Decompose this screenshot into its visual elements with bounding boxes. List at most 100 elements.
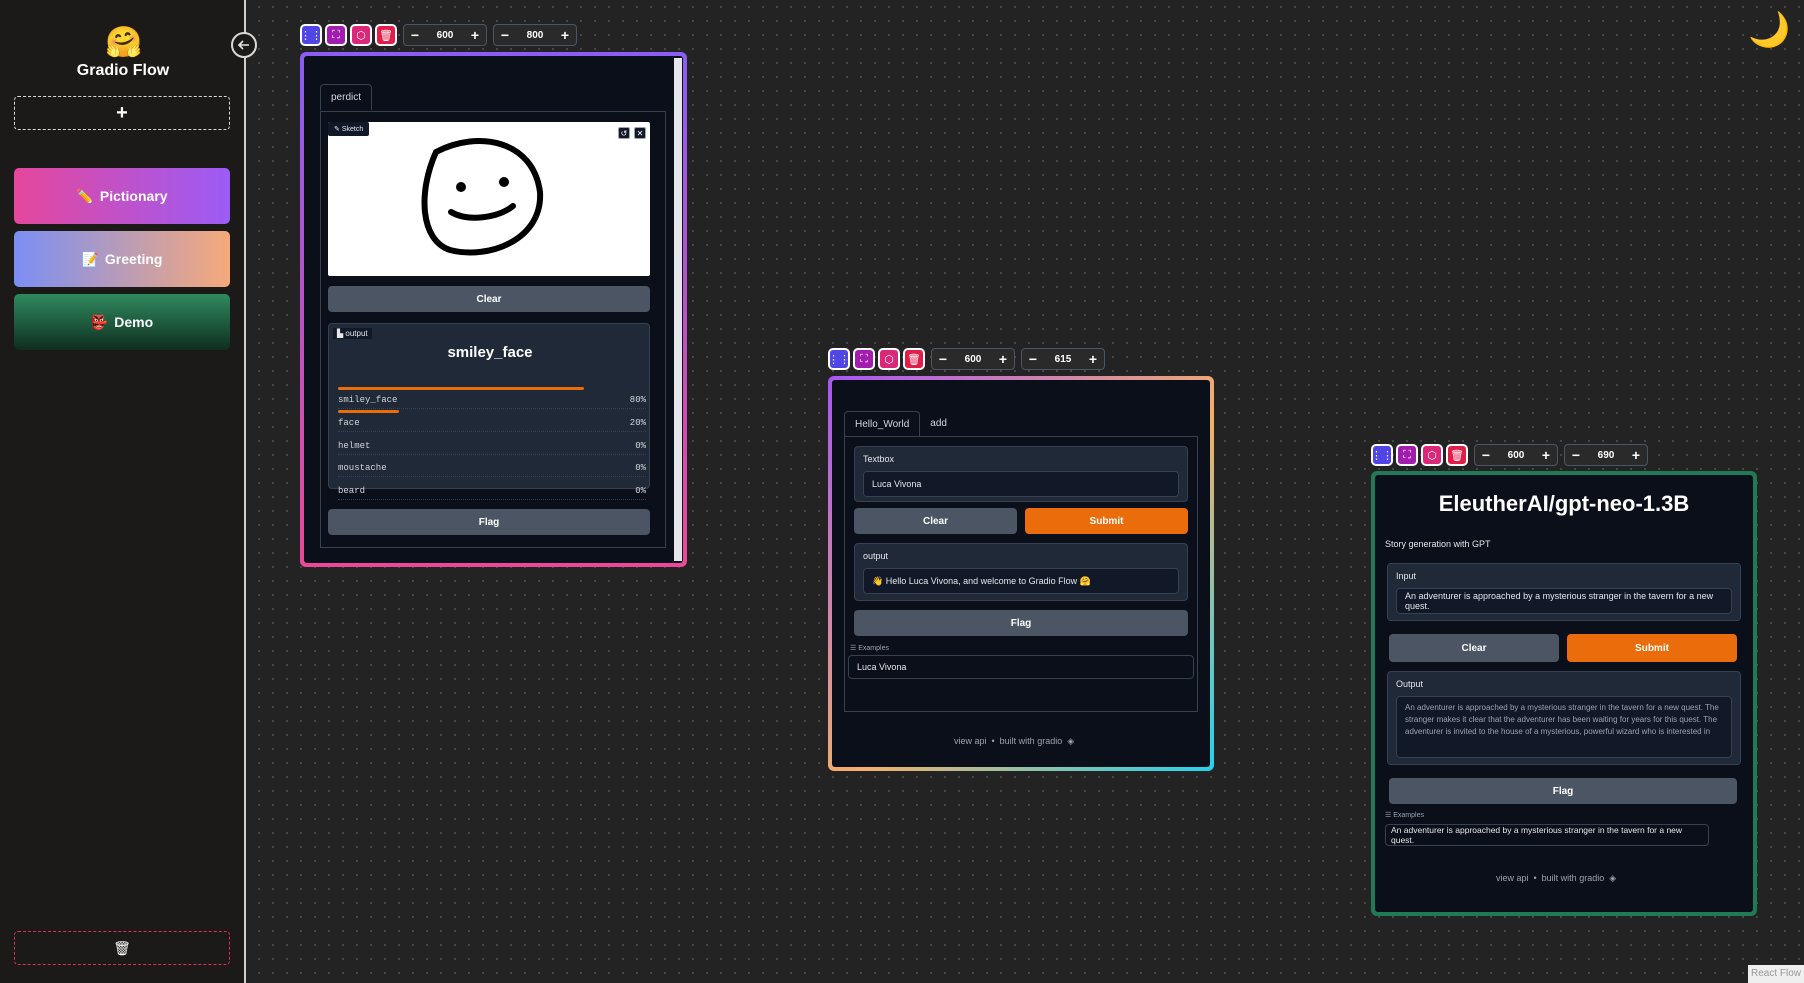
increase-width-button[interactable]: + <box>464 27 486 43</box>
pencil-icon: ✏️ <box>76 187 94 204</box>
focus-icon[interactable]: ⛶ <box>1396 444 1418 466</box>
submit-button[interactable]: Submit <box>1025 508 1188 534</box>
node-toolbar: ⋮⋮ ⛶ ⬡ 🗑 − 600 + − 800 + <box>300 24 577 46</box>
trash-icon[interactable]: 🗑 <box>375 24 397 46</box>
input-label: Input <box>1396 571 1417 581</box>
footer-separator: • <box>1533 873 1537 883</box>
confidence-bar-face <box>338 410 399 413</box>
trash-icon[interactable]: 🗑 <box>1446 444 1468 466</box>
decrease-height-button[interactable]: − <box>1565 447 1587 463</box>
flag-button[interactable]: Flag <box>328 509 650 535</box>
tab-add[interactable]: add <box>920 411 957 437</box>
trash-icon: 🗑 <box>113 939 131 956</box>
sidebar: 🤗 Gradio Flow + ✏️ Pictionary 📝 Greeting… <box>0 0 246 983</box>
increase-width-button[interactable]: + <box>1535 447 1557 463</box>
width-value[interactable]: 600 <box>1497 450 1535 461</box>
width-stepper: − 600 + <box>931 348 1015 370</box>
output-block: Output An adventurer is approached by a … <box>1387 671 1741 765</box>
node-body: EleutherAI/gpt-neo-1.3B Story generation… <box>1375 475 1753 912</box>
clear-button[interactable]: Clear <box>328 286 650 312</box>
textbox-label: Textbox <box>863 454 895 464</box>
clear-button[interactable]: Clear <box>1389 634 1559 662</box>
app-button-label: Greeting <box>104 251 163 267</box>
increase-width-button[interactable]: + <box>992 351 1014 367</box>
app-title: EleutherAI/gpt-neo-1.3B <box>1438 491 1690 516</box>
footer: view api • built with gradio ◈ <box>954 736 1074 747</box>
input-textbox[interactable]: An adventurer is approached by a mysteri… <box>1396 588 1732 614</box>
arrow-left-icon <box>237 40 249 50</box>
clear-button[interactable]: Clear <box>854 508 1017 534</box>
collapse-sidebar-button[interactable] <box>231 32 257 58</box>
list-icon: ☰ <box>1385 812 1394 819</box>
width-stepper: − 600 + <box>1474 444 1558 466</box>
height-value[interactable]: 800 <box>516 30 554 41</box>
decrease-width-button[interactable]: − <box>932 351 954 367</box>
app-button-label: Pictionary <box>99 188 168 204</box>
output-block: output 👋 Hello Luca Vivona, and welcome … <box>854 543 1188 601</box>
width-value[interactable]: 600 <box>426 30 464 41</box>
textbox-input[interactable]: Luca Vivona <box>863 471 1179 497</box>
node-pictionary[interactable]: perdict ✎ Sketch ↺ ✕ Clear ▙ output smil… <box>300 52 687 567</box>
submit-button[interactable]: Submit <box>1567 634 1737 662</box>
dark-mode-toggle-icon[interactable]: 🌙 <box>1748 13 1790 47</box>
cube-icon[interactable]: ⬡ <box>878 348 900 370</box>
built-with-gradio-link[interactable]: built with gradio <box>1542 873 1605 884</box>
focus-icon[interactable]: ⛶ <box>325 24 347 46</box>
decrease-height-button[interactable]: − <box>1022 351 1044 367</box>
grid-icon[interactable]: ⋮⋮ <box>1371 444 1393 466</box>
grid-icon[interactable]: ⋮⋮ <box>828 348 850 370</box>
goblin-icon: 👺 <box>90 313 109 330</box>
decrease-width-button[interactable]: − <box>404 27 426 43</box>
app-button-demo[interactable]: 👺 Demo <box>14 294 230 350</box>
output-label: Output <box>1396 679 1424 689</box>
increase-height-button[interactable]: + <box>554 27 576 43</box>
confidence-row: helmet 0% <box>338 441 646 455</box>
decrease-width-button[interactable]: − <box>1475 447 1497 463</box>
app-button-pictionary[interactable]: ✏️ Pictionary <box>14 168 230 224</box>
height-value[interactable]: 690 <box>1587 450 1625 461</box>
tab-hello-world[interactable]: Hello_World <box>844 411 921 437</box>
increase-height-button[interactable]: + <box>1082 351 1104 367</box>
view-api-link[interactable]: view api <box>954 736 987 747</box>
brand-title: Gradio Flow <box>76 62 170 79</box>
examples-label: ☰ Examples <box>1385 812 1424 819</box>
app-description: Story generation with GPT <box>1385 539 1491 549</box>
input-block: Input An adventurer is approached by a m… <box>1387 563 1741 621</box>
decrease-height-button[interactable]: − <box>494 27 516 43</box>
view-api-link[interactable]: view api <box>1496 873 1529 884</box>
trash-icon[interactable]: 🗑 <box>903 348 925 370</box>
height-value[interactable]: 615 <box>1044 354 1082 365</box>
built-with-gradio-link[interactable]: built with gradio <box>1000 736 1063 747</box>
increase-height-button[interactable]: + <box>1625 447 1647 463</box>
predicted-label: smiley_face <box>447 344 533 361</box>
node-greeting[interactable]: Hello_World add Textbox Luca Vivona Clea… <box>828 376 1214 771</box>
height-stepper: − 800 + <box>493 24 577 46</box>
confidence-row: face 20% <box>338 418 646 432</box>
add-app-button[interactable]: + <box>14 96 230 130</box>
smiley-drawing <box>421 138 544 256</box>
sketchpad[interactable]: ✎ Sketch ↺ ✕ <box>328 122 650 276</box>
flag-button[interactable]: Flag <box>1389 778 1737 804</box>
delete-all-button[interactable]: 🗑 <box>14 931 230 965</box>
tab-perdict[interactable]: perdict <box>320 84 373 110</box>
app-button-greeting[interactable]: 📝 Greeting <box>14 231 230 287</box>
scrollbar[interactable] <box>674 58 682 561</box>
width-value[interactable]: 600 <box>954 354 992 365</box>
height-stepper: − 615 + <box>1021 348 1105 370</box>
output-tag: ▙ output <box>333 328 372 339</box>
tab-bar: Hello_World add <box>844 411 957 437</box>
height-stepper: − 690 + <box>1564 444 1648 466</box>
width-stepper: − 600 + <box>403 24 487 46</box>
confidence-bar-smiley-face <box>338 387 584 390</box>
example-item[interactable]: An adventurer is approached by a mysteri… <box>1385 824 1709 846</box>
focus-icon[interactable]: ⛶ <box>853 348 875 370</box>
examples-label: ☰ Examples <box>850 645 889 652</box>
node-toolbar: ⋮⋮ ⛶ ⬡ 🗑 − 600 + − 615 + <box>828 348 1105 370</box>
example-item[interactable]: Luca Vivona <box>848 655 1194 679</box>
node-demo[interactable]: EleutherAI/gpt-neo-1.3B Story generation… <box>1371 471 1757 916</box>
cube-icon[interactable]: ⬡ <box>1421 444 1443 466</box>
grid-icon[interactable]: ⋮⋮ <box>300 24 322 46</box>
flag-button[interactable]: Flag <box>854 610 1188 636</box>
react-flow-attribution[interactable]: React Flow <box>1748 965 1804 983</box>
cube-icon[interactable]: ⬡ <box>350 24 372 46</box>
